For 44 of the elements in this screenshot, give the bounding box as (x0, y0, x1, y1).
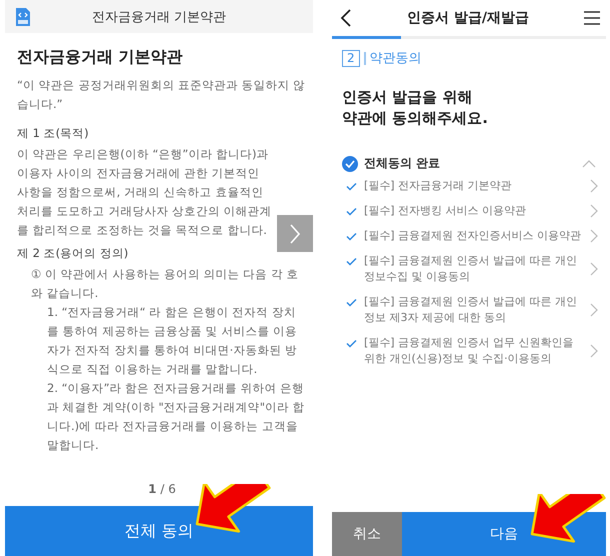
term-label[interactable]: [필수] 금융결제원 인증서 발급에 따른 개인정보수집 및 이용동의 (364, 253, 583, 285)
term-label[interactable]: [필수] 금융결제원 인증서 발급에 따른 개인정보 제3자 제공에 대한 동의 (364, 294, 583, 326)
document-heading: 전자금융거래 기본약관 (17, 47, 184, 68)
chevron-up-icon[interactable] (582, 160, 596, 168)
article-title: 제 1 조(목적) (17, 125, 90, 142)
html-file-icon (15, 6, 31, 26)
chevron-right-icon[interactable] (590, 204, 598, 218)
heading-line: 약관에 동의해주세요. (342, 108, 489, 129)
agree-all-label: 전체동의 완료 (364, 155, 442, 172)
chevron-right-icon[interactable] (590, 344, 598, 358)
back-icon[interactable] (340, 9, 352, 27)
article-title: 제 2 조(용어의 정의) (17, 245, 130, 262)
paragraph: 이 약관은 우리은행(이하 “은행”이라 합니다)과 이용자 사이의 전자금융거래에 관한 기본적인 사항을 정함으로써, 거래의 신속하고 효율적인 처리를 도모하고 거래당사자 상호간의 이해관계를 합리적으로 조정하는 것을 목적으로 합니다. (17, 146, 273, 239)
page-title: 인증서 발급/재발급 (407, 9, 529, 27)
chevron-right-icon[interactable] (590, 303, 598, 317)
cancel-button[interactable]: 취소 (332, 512, 402, 556)
menu-icon[interactable] (584, 11, 600, 25)
term-label[interactable]: [필수] 금융결제원 전자인증서비스 이용약관 (364, 228, 583, 244)
header-title: 전자금융거래 기본약관 (90, 8, 228, 26)
next-page-button[interactable] (277, 215, 313, 252)
chevron-right-icon[interactable] (590, 229, 598, 243)
check-icon[interactable] (346, 207, 357, 216)
clause-text: ① 이 약관에서 사용하는 용어의 의미는 다음 각 호와 같습니다. (30, 266, 300, 302)
term-label[interactable]: [필수] 전자금융거래 기본약관 (364, 178, 583, 194)
check-icon[interactable] (346, 182, 357, 191)
term-label[interactable]: [필수] 금융결제원 인증서 업무 신원확인을 위한 개인(신용)정보 및 수집·이용동의 (364, 335, 583, 367)
checkbox[interactable] (342, 156, 358, 172)
check-icon[interactable] (346, 257, 357, 266)
page-indicator: 1 / 6 (147, 482, 177, 498)
check-icon[interactable] (346, 298, 357, 307)
check-icon[interactable] (346, 339, 357, 348)
chevron-right-icon[interactable] (590, 179, 598, 193)
agree-all-button[interactable]: 전체 동의 (5, 506, 313, 556)
step-label: 약관동의 (370, 50, 422, 67)
list-item-text: 1. “전자금융거래“ 라 함은 은행이 전자적 장치를 통하여 제공하는 금융상품 및 서비스를 이용자가 전자적 장치를 통하여 비대면·자동화된 방식으로 직접 이용하는 거래를 말합니다. (46, 304, 298, 378)
chevron-right-icon (288, 222, 302, 244)
heading-line: 인증서 발급을 위해 (342, 87, 474, 108)
list-item-text: 2. “이용자”라 함은 전자금융거래를 위하여 은행과 체결한 계약(이하 "전자금융거래계약"이라 합니다.)에 따라 전자금융거래를 이용하는 고객을 말합니다. (46, 380, 306, 454)
check-icon (345, 160, 355, 168)
step-number: 2 (342, 50, 360, 66)
notice-text: “이 약관은 공정거래위원회의 표준약관과 동일하지 않습니다.” (17, 77, 306, 113)
term-label[interactable]: [필수] 전자뱅킹 서비스 이용약관 (364, 203, 583, 219)
chevron-right-icon[interactable] (590, 262, 598, 276)
check-icon[interactable] (346, 232, 357, 241)
